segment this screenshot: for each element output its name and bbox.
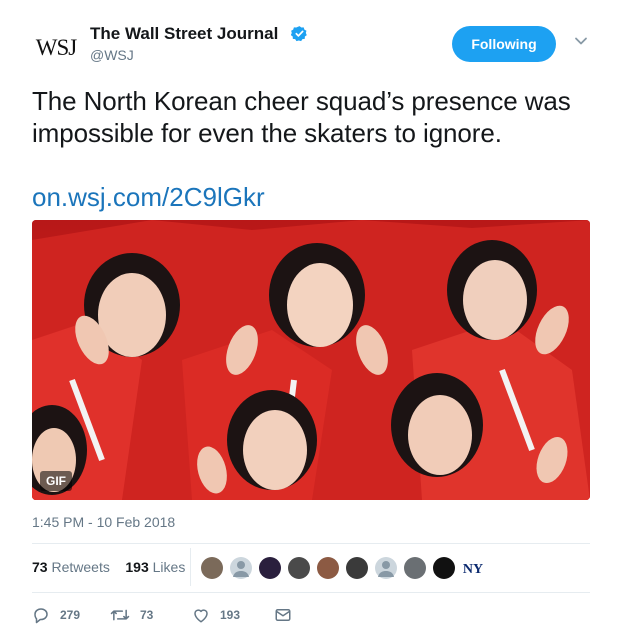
retweet-action[interactable]: 73	[110, 606, 153, 624]
retweet-count: 73	[140, 608, 154, 622]
cheer-squad-image	[32, 220, 590, 500]
liker-avatar[interactable]	[346, 557, 368, 579]
tweet-link[interactable]: on.wsj.com/2C9lGkr	[32, 181, 265, 213]
handle[interactable]: @WSJ	[90, 47, 134, 63]
liker-avatar[interactable]	[288, 557, 310, 579]
retweets-count: 73	[32, 559, 48, 575]
default-user-icon	[233, 561, 249, 577]
svg-text:NY: NY	[463, 562, 483, 577]
tweet-text: The North Korean cheer squad’s presence …	[32, 86, 571, 148]
liker-avatar[interactable]	[375, 557, 397, 579]
liker-avatar[interactable]	[317, 557, 339, 579]
like-count: 193	[220, 608, 241, 622]
gif-badge: GIF	[40, 471, 72, 491]
avatar[interactable]: WSJ	[32, 24, 80, 72]
retweets-stat[interactable]: 73 Retweets	[32, 559, 110, 575]
retweet-icon	[110, 609, 130, 621]
timestamp[interactable]: 1:45 PM - 10 Feb 2018	[32, 514, 175, 530]
verified-badge-icon	[291, 26, 307, 42]
tweet-media-gif[interactable]	[32, 220, 590, 500]
liker-avatar[interactable]	[201, 557, 223, 579]
following-button[interactable]: Following	[452, 26, 556, 62]
stats-separator	[190, 548, 191, 586]
retweets-label: Retweets	[51, 559, 110, 575]
liker-avatar[interactable]	[230, 557, 252, 579]
display-name[interactable]: The Wall Street Journal	[90, 24, 278, 44]
reply-icon	[34, 608, 48, 624]
likes-count: 193	[125, 559, 149, 575]
default-user-icon	[378, 561, 394, 577]
divider	[32, 592, 590, 593]
envelope-icon	[275, 609, 291, 621]
chevron-down-icon[interactable]	[574, 36, 588, 46]
avatar-logo-text: WSJ	[35, 35, 77, 60]
team-logo-icon: NY	[463, 562, 483, 577]
likes-label: Likes	[152, 559, 186, 575]
liker-avatar[interactable]	[259, 557, 281, 579]
reply-count: 279	[60, 608, 81, 622]
direct-message-action[interactable]	[274, 606, 302, 624]
liker-avatar[interactable]	[404, 557, 426, 579]
divider	[32, 543, 590, 544]
reply-action[interactable]: 279	[32, 606, 80, 624]
engagement-stats: 73 Retweets 193 Likes	[32, 559, 185, 575]
heart-icon	[194, 609, 208, 623]
liker-avatar[interactable]	[433, 557, 455, 579]
like-action[interactable]: 193	[192, 606, 240, 624]
liker-avatar[interactable]: NY	[462, 557, 484, 579]
likes-stat[interactable]: 193 Likes	[125, 559, 185, 575]
